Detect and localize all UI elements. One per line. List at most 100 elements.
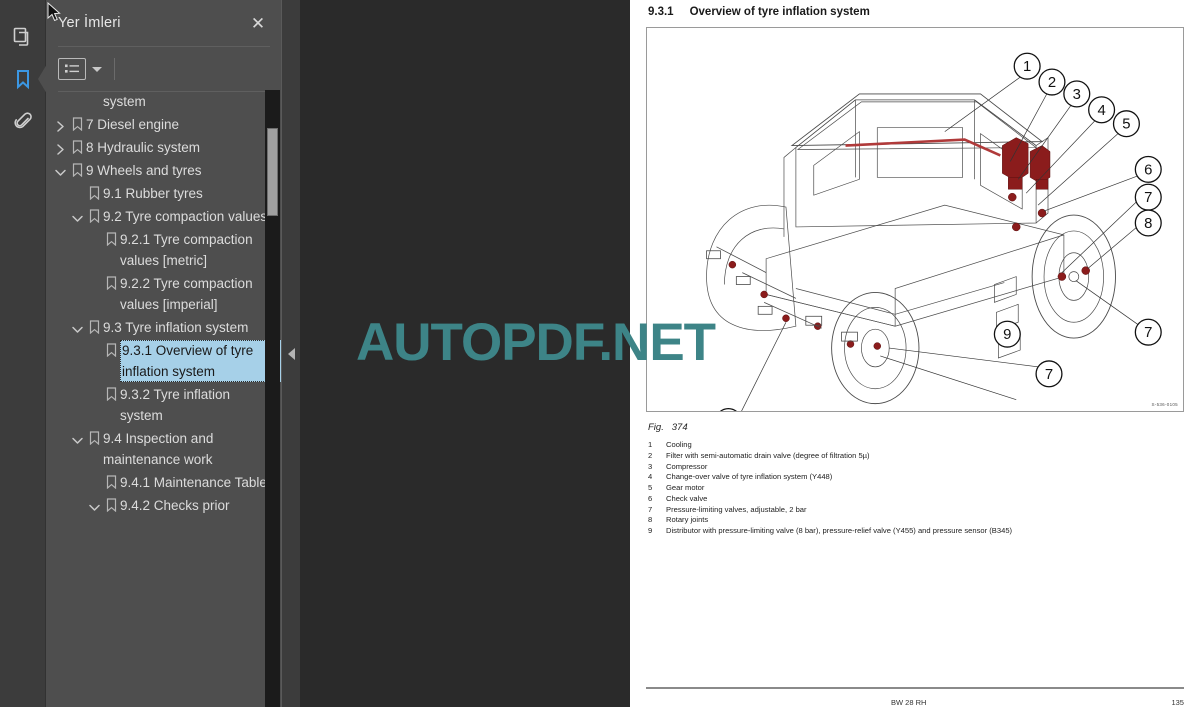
footer-rule	[646, 687, 1184, 689]
bookmark-item-8-hydraulic-system[interactable]: 8 Hydraulic system	[46, 136, 282, 159]
svg-text:8: 8	[1144, 216, 1152, 232]
figure-legend: 1 Cooling 2 Filter with semi-automatic drai…	[646, 440, 1184, 537]
bookmark-item-9-4-1-maintenance-table[interactable]: 9.4.1 Maintenance Table	[46, 471, 282, 494]
bookmark-label: 9.3 Tyre inflation system	[103, 320, 249, 335]
twisty-expanded-icon[interactable]	[69, 317, 85, 337]
svg-text:4: 4	[1097, 103, 1105, 119]
bookmark-label: 7 Diesel engine	[86, 117, 180, 132]
bookmark-node-icon	[102, 472, 120, 489]
bookmark-item-7-diesel-engine[interactable]: 7 Diesel engine	[46, 113, 282, 136]
legend-number: 5	[648, 483, 653, 493]
list-options-caret-icon[interactable]	[92, 66, 102, 72]
bookmark-label: 9.2 Tyre compaction values	[103, 209, 268, 224]
bookmark-node-icon	[102, 495, 120, 512]
bookmark-tree-scroll-area[interactable]: system 7 Diesel engine 8 Hydraulic system 9…	[46, 90, 282, 707]
bookmark-item-9-3-1-overview-of-tyre-inflation-system[interactable]: 9.3.1 Overview of tyre inflation system	[46, 339, 282, 383]
legend-text: Filter with semi-automatic drain valve (…	[666, 450, 870, 460]
legend-number: 8	[648, 515, 653, 525]
twisty-expanded-icon[interactable]	[86, 495, 102, 515]
legend-text: Compressor	[666, 461, 708, 471]
legend-number: 6	[648, 493, 653, 503]
bookmark-node-icon	[102, 384, 120, 401]
figure-caption-number: 374	[671, 422, 688, 433]
bookmark-item-9-1-rubber-tyres[interactable]: 9.1 Rubber tyres	[46, 182, 282, 205]
footer-page-number: 135	[1171, 698, 1184, 707]
bookmark-label: 9.4.1 Maintenance Table	[120, 475, 267, 490]
figure-caption-label: Fig.	[648, 422, 664, 433]
list-options-button[interactable]	[58, 58, 86, 80]
legend-number: 3	[648, 461, 653, 471]
bookmark-label: system	[103, 94, 146, 109]
attachments-button[interactable]	[0, 100, 46, 142]
pages-thumbnails-icon	[13, 27, 28, 46]
twisty-expanded-icon[interactable]	[69, 206, 85, 226]
svg-text:9: 9	[1003, 327, 1011, 343]
close-panel-button[interactable]: ✕	[248, 13, 268, 33]
legend-row: 7 Pressure-limiting valves, adjustable, 2…	[648, 505, 1184, 516]
twisty-expanded-icon[interactable]	[69, 428, 85, 448]
list-options-icon	[65, 64, 79, 73]
bookmark-node-icon	[85, 206, 103, 223]
bookmark-icon	[16, 70, 29, 90]
bookmarks-panel-header: Yer İmleri ✕	[46, 0, 282, 46]
legend-row: 5 Gear motor	[648, 483, 1184, 494]
bookmark-label: 9 Wheels and tyres	[86, 163, 202, 178]
bookmark-node-icon	[102, 273, 120, 290]
legend-text: Gear motor	[666, 483, 705, 493]
collapse-panel-arrow-icon[interactable]	[287, 347, 295, 360]
bookmark-scrollbar-track[interactable]	[265, 90, 280, 707]
bookmark-node-icon	[68, 114, 86, 131]
bookmarks-panel: Yer İmleri ✕ system 7 Diesel engine 8 Hydr…	[46, 0, 282, 707]
bookmark-label: 9.3.2 Tyre inflation system	[120, 387, 231, 423]
twisty-collapsed-icon[interactable]	[52, 114, 68, 134]
tyre-inflation-system-diagram: 1 2 3 4 5 6 7 8 7 7 9 8	[706, 52, 1162, 411]
bookmark-item-partial-top[interactable]: system	[46, 90, 282, 113]
legend-number: 7	[648, 504, 653, 514]
bookmark-node-icon	[68, 137, 86, 154]
legend-number: 1	[648, 440, 653, 449]
legend-number: 9	[648, 526, 653, 536]
svg-text:6: 6	[1144, 162, 1152, 178]
panel-collapse-strip[interactable]	[282, 0, 300, 707]
bookmark-label: 9.2.2 Tyre compaction values [imperial]	[120, 276, 253, 312]
bookmark-item-9-3-tyre-inflation-system[interactable]: 9.3 Tyre inflation system	[46, 316, 282, 339]
svg-text:3: 3	[1073, 87, 1081, 103]
bookmark-scrollbar-thumb[interactable]	[267, 128, 278, 216]
bookmarks-button[interactable]	[0, 58, 47, 100]
legend-number: 4	[648, 472, 653, 482]
legend-row: 2 Filter with semi-automatic drain valve …	[648, 451, 1184, 462]
bookmark-label: 9.1 Rubber tyres	[103, 186, 203, 201]
bookmark-item-9-wheels-and-tyres[interactable]: 9 Wheels and tyres	[46, 159, 282, 182]
pdf-viewer-area[interactable]: 9.3.1 Overview of tyre inflation system	[300, 0, 1200, 707]
legend-row: 1 Cooling	[648, 440, 1184, 451]
bookmark-item-9-4-2-checks-prior[interactable]: 9.4.2 Checks prior	[46, 494, 282, 517]
bookmark-item-9-2-2-tyre-compaction-values-imperial[interactable]: 9.2.2 Tyre compaction values [imperial]	[46, 272, 282, 316]
page-heading: 9.3.1 Overview of tyre inflation system	[646, 6, 1184, 18]
legend-row: 3 Compressor	[648, 462, 1184, 473]
twisty-expanded-icon[interactable]	[52, 160, 68, 180]
mouse-cursor-icon	[47, 2, 61, 22]
svg-text:2: 2	[1048, 75, 1056, 91]
pages-thumbnails-button[interactable]	[0, 16, 46, 58]
figure-drawing-code: S-536-0105	[1151, 402, 1178, 407]
legend-text: Cooling	[666, 440, 692, 449]
svg-text:7: 7	[1144, 190, 1152, 206]
bookmark-item-9-3-2-tyre-inflation-system[interactable]: 9.3.2 Tyre inflation system	[46, 383, 282, 427]
pdf-page: 9.3.1 Overview of tyre inflation system	[630, 0, 1200, 707]
legend-text: Rotary joints	[666, 515, 709, 525]
bookmark-item-9-2-1-tyre-compaction-values-metric[interactable]: 9.2.1 Tyre compaction values [metric]	[46, 228, 282, 272]
panel-title: Yer İmleri	[58, 15, 121, 31]
legend-row: 4 Change-over valve of tyre inflation sys…	[648, 472, 1184, 483]
bookmark-node-icon	[68, 160, 86, 177]
bookmark-node-icon	[85, 183, 103, 200]
bookmark-item-9-2-tyre-compaction-values[interactable]: 9.2 Tyre compaction values	[46, 205, 282, 228]
bookmark-item-9-4-inspection-and-maintenance-work[interactable]: 9.4 Inspection and maintenance work	[46, 427, 282, 471]
section-number: 9.3.1	[648, 6, 674, 18]
paperclip-icon	[13, 112, 32, 129]
twisty-collapsed-icon[interactable]	[52, 137, 68, 157]
legend-text: Change-over valve of tyre inflation syst…	[666, 472, 833, 482]
